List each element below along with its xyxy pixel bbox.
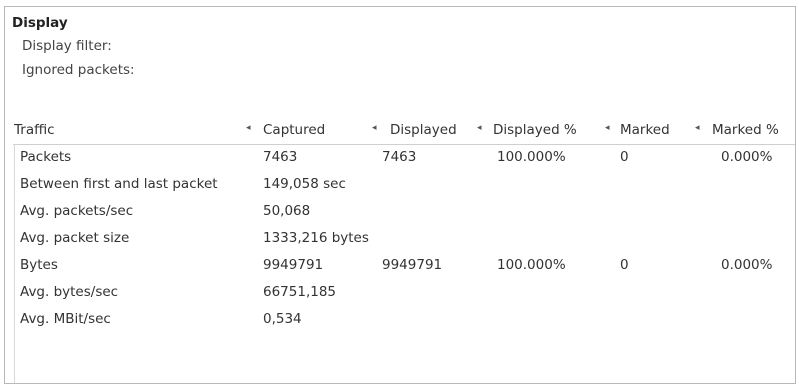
marked-percent-value: 0.000% — [721, 149, 773, 165]
column-header-captured[interactable]: Captured — [263, 122, 325, 138]
row-label: Avg. packets/sec — [20, 203, 134, 219]
displayed-value: 9949791 — [382, 257, 443, 273]
display-filter-label: Display filter: — [22, 38, 112, 54]
display-section-title: Display — [12, 15, 68, 31]
column-resize-arrow-icon: ◂ — [477, 123, 482, 133]
row-label: Avg. MBit/sec — [20, 311, 111, 327]
displayed-percent-value: 100.000% — [497, 257, 566, 273]
marked-value: 0 — [620, 257, 629, 273]
traffic-statistics-table: Traffic ◂ Captured ◂ Displayed ◂ Display… — [13, 120, 795, 383]
marked-value: 0 — [620, 149, 629, 165]
column-resize-arrow-icon: ◂ — [605, 123, 610, 133]
table-row[interactable]: Avg. bytes/sec 66751,185 — [13, 281, 795, 308]
column-header-displayed-percent[interactable]: Displayed % — [493, 122, 577, 138]
captured-value: 9949791 — [263, 257, 324, 273]
marked-percent-value: 0.000% — [721, 257, 773, 273]
displayed-value: 7463 — [382, 149, 417, 165]
table-left-border — [14, 144, 15, 383]
captured-value: 0,534 — [263, 311, 302, 327]
captured-value: 66751,185 — [263, 284, 337, 300]
captured-value: 7463 — [263, 149, 298, 165]
column-resize-arrow-icon: ◂ — [695, 123, 700, 133]
column-resize-arrow-icon: ◂ — [372, 123, 377, 133]
row-label: Avg. packet size — [20, 230, 130, 246]
column-header-marked[interactable]: Marked — [620, 122, 670, 138]
column-resize-arrow-icon: ◂ — [246, 123, 251, 133]
column-header-traffic[interactable]: Traffic — [14, 122, 55, 138]
table-row[interactable]: Avg. MBit/sec 0,534 — [13, 308, 795, 335]
displayed-percent-value: 100.000% — [497, 149, 566, 165]
table-row[interactable]: Avg. packet size 1333,216 bytes — [13, 227, 795, 254]
table-row[interactable]: Between first and last packet 149,058 se… — [13, 173, 795, 200]
table-row[interactable]: Avg. packets/sec 50,068 — [13, 200, 795, 227]
row-label: Between first and last packet — [20, 176, 218, 192]
table-header: Traffic ◂ Captured ◂ Displayed ◂ Display… — [13, 120, 795, 145]
column-header-marked-percent[interactable]: Marked % — [712, 122, 779, 138]
row-label: Bytes — [20, 257, 58, 273]
captured-value: 1333,216 bytes — [263, 230, 369, 246]
table-row[interactable]: Bytes 9949791 9949791 100.000% 0 0.000% — [13, 254, 795, 281]
ignored-packets-label: Ignored packets: — [22, 62, 135, 78]
capture-summary-panel: Display Display filter: Ignored packets:… — [4, 6, 796, 384]
row-label: Avg. bytes/sec — [20, 284, 119, 300]
captured-value: 149,058 sec — [263, 176, 346, 192]
table-row[interactable]: Packets 7463 7463 100.000% 0 0.000% — [13, 146, 795, 173]
column-header-displayed[interactable]: Displayed — [390, 122, 457, 138]
row-label: Packets — [20, 149, 72, 165]
captured-value: 50,068 — [263, 203, 311, 219]
